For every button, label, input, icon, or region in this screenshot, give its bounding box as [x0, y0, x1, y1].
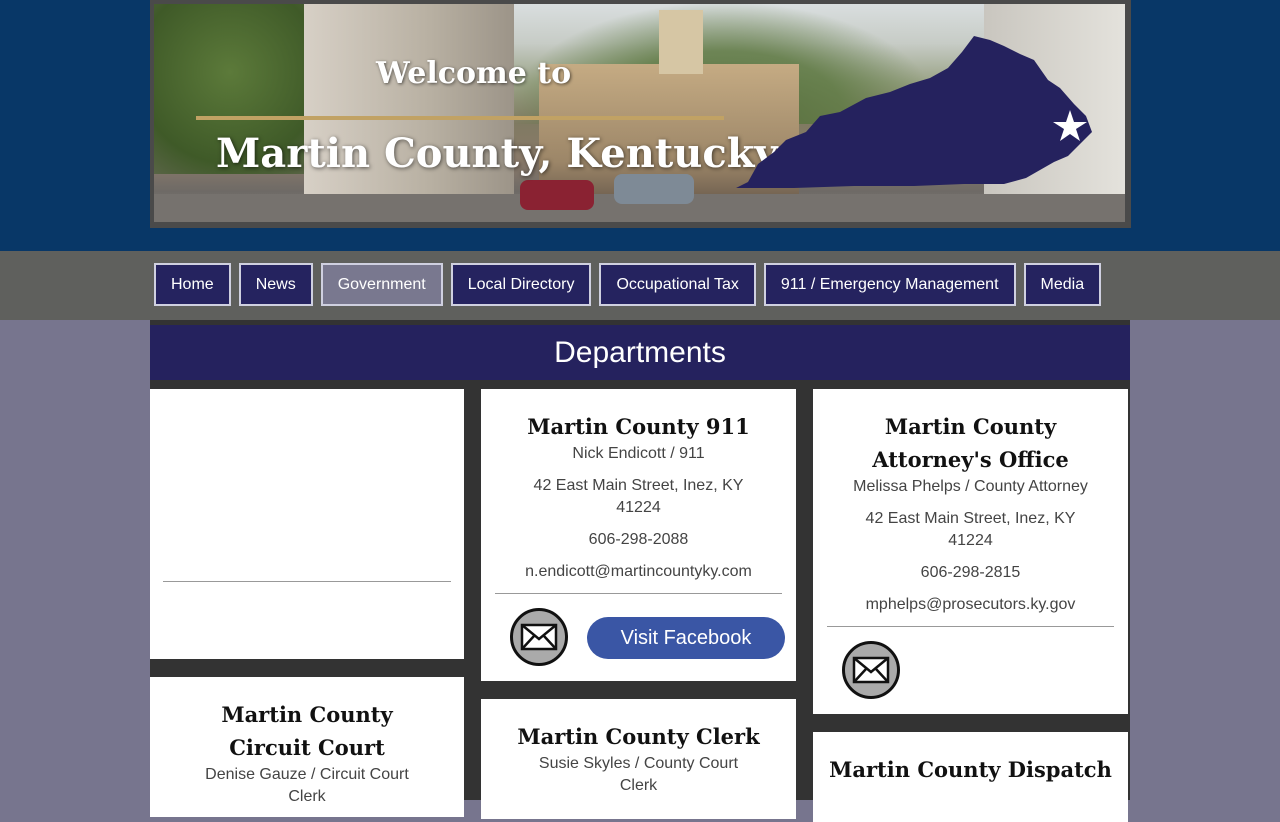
- banner-welcome-text: Welcome to: [376, 56, 572, 91]
- department-contact: Denise Gauze / Circuit Court Clerk: [205, 766, 409, 805]
- department-address: 42 East Main Street, Inez, KY 41224: [865, 510, 1076, 549]
- email-button[interactable]: [510, 608, 568, 666]
- nav-home[interactable]: Home: [154, 263, 231, 306]
- kentucky-map-icon: [736, 36, 1092, 188]
- card-divider: [827, 626, 1114, 627]
- departments-section: Departments Martin County 911 Nick Endic…: [150, 320, 1130, 822]
- department-name: Martin County Circuit Court: [221, 702, 393, 760]
- department-name: Martin County Dispatch: [829, 757, 1112, 782]
- banner-divider: [196, 116, 724, 120]
- nav-government[interactable]: Government: [320, 263, 443, 306]
- card-divider: [495, 593, 782, 594]
- envelope-icon: [520, 623, 558, 651]
- nav-local-directory[interactable]: Local Directory: [450, 263, 592, 306]
- page-title: Departments: [150, 325, 1130, 380]
- visit-facebook-button[interactable]: Visit Facebook: [587, 617, 785, 659]
- department-card-county-clerk: Martin County Clerk Susie Skyles / Count…: [481, 699, 796, 819]
- department-card-circuit-court: Martin County Circuit Court Denise Gauze…: [150, 677, 464, 817]
- department-card-dispatch: Martin County Dispatch: [813, 732, 1128, 822]
- department-card-911: Martin County 911 Nick Endicott / 911 42…: [481, 389, 796, 681]
- department-phone: 606-298-2088: [588, 531, 689, 548]
- nav-media[interactable]: Media: [1023, 263, 1102, 306]
- nav-911-emergency-management[interactable]: 911 / Emergency Management: [763, 263, 1016, 306]
- department-email[interactable]: n.endicott@martincountyky.com: [497, 561, 780, 583]
- department-address: 42 East Main Street, Inez, KY 41224: [533, 477, 744, 516]
- main-nav: Home News Government Local Directory Occ…: [154, 263, 1102, 306]
- envelope-icon: [852, 656, 890, 684]
- card-divider: [163, 581, 451, 582]
- department-contact: Melissa Phelps / County Attorney: [853, 478, 1088, 495]
- email-button[interactable]: [842, 641, 900, 699]
- department-card-attorney: Martin County Attorney's Office Melissa …: [813, 389, 1128, 714]
- site-title: Martin County, Kentucky: [216, 130, 778, 177]
- department-contact: Susie Skyles / County Court Clerk: [538, 755, 739, 794]
- department-card-empty: [150, 389, 464, 659]
- nav-occupational-tax[interactable]: Occupational Tax: [599, 263, 756, 306]
- nav-news[interactable]: News: [238, 263, 313, 306]
- department-phone: 606-298-2815: [920, 564, 1021, 581]
- department-name: Martin County Clerk: [517, 724, 760, 749]
- department-name: Martin County Attorney's Office: [872, 414, 1069, 472]
- department-contact: Nick Endicott / 911: [572, 445, 705, 462]
- header-banner: Welcome to Martin County, Kentucky: [150, 0, 1131, 228]
- department-email[interactable]: mphelps@prosecutors.ky.gov: [829, 594, 1112, 616]
- department-name: Martin County 911: [527, 414, 750, 439]
